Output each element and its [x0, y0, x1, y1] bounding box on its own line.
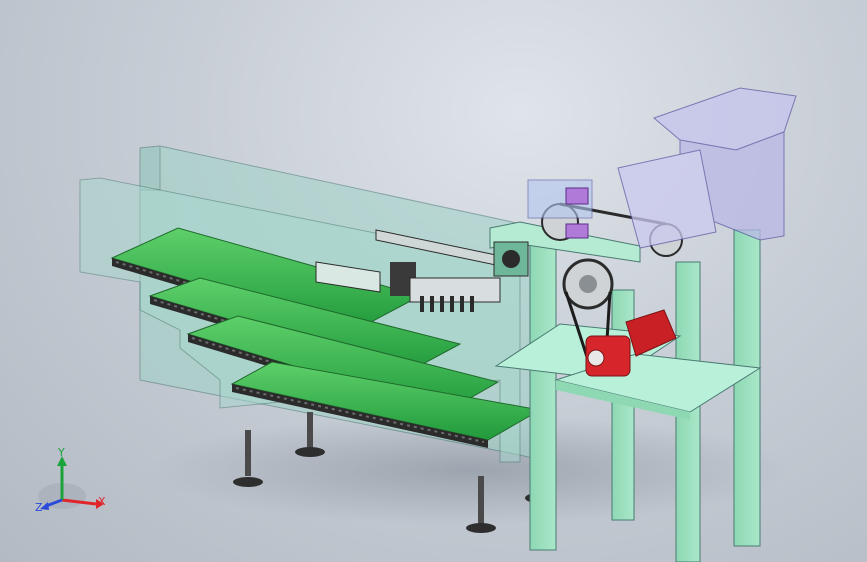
axis-triad[interactable]: X Y Z [35, 446, 106, 514]
drive-stand[interactable] [489, 221, 762, 562]
x-axis-label: X [98, 495, 106, 508]
y-axis-label: Y [57, 446, 65, 459]
cad-viewport[interactable]: X Y Z [0, 0, 867, 562]
drive-pulley[interactable] [562, 258, 614, 310]
assembly-model[interactable]: X Y Z [0, 0, 867, 562]
bearing-block[interactable] [493, 241, 529, 277]
z-axis-label: Z [35, 501, 43, 514]
feed-hopper[interactable] [617, 87, 797, 249]
